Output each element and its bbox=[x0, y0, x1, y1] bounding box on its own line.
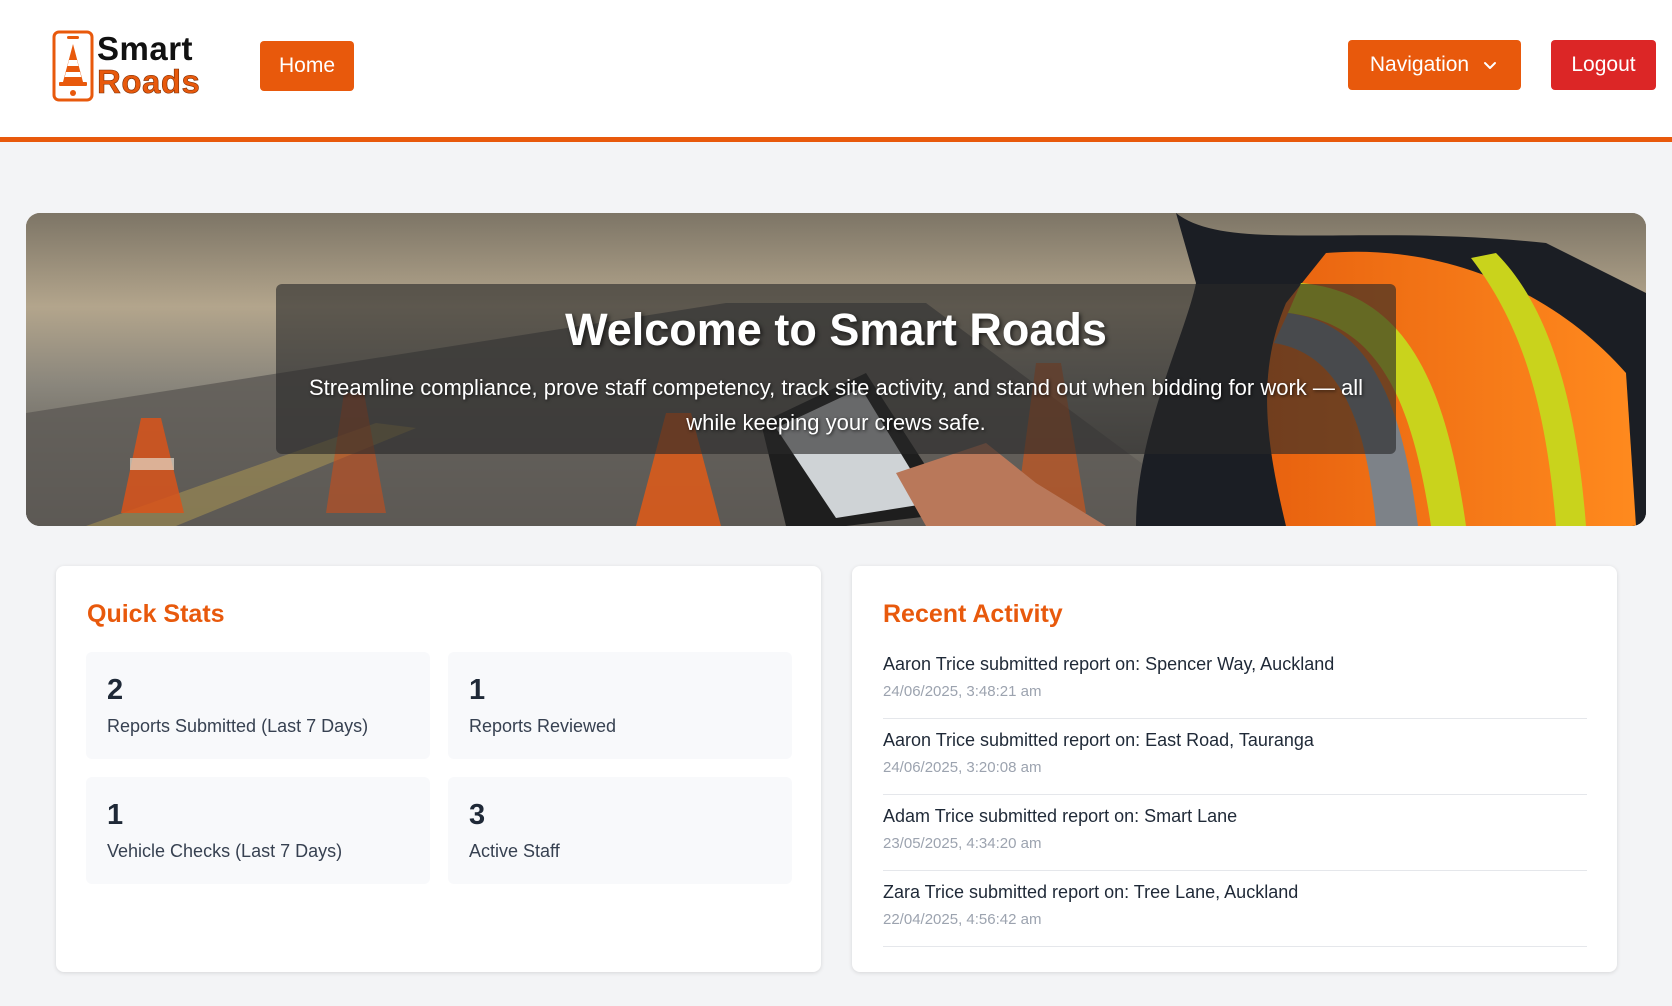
activity-text: Adam Trice submitted report on: Smart La… bbox=[883, 806, 1238, 826]
stat-active-staff: 3 Active Staff bbox=[448, 777, 792, 884]
chevron-down-icon bbox=[1484, 62, 1497, 69]
activity-text: Zara Trice submitted report on: Tree Lan… bbox=[883, 882, 1299, 902]
quick-stats-title: Quick Stats bbox=[87, 600, 225, 628]
phone-cone-icon bbox=[52, 30, 94, 102]
hero-title: Welcome to Smart Roads bbox=[565, 304, 1107, 355]
logout-button-label: Logout bbox=[1571, 53, 1636, 76]
quick-stats-card: Quick Stats 2 Reports Submitted (Last 7 … bbox=[56, 566, 821, 972]
activity-text: Aaron Trice submitted report on: Spencer… bbox=[883, 654, 1335, 674]
logo-text-smart: Smart bbox=[97, 30, 194, 67]
stat-label: Vehicle Checks (Last 7 Days) bbox=[107, 841, 343, 861]
navigation-button-label: Navigation bbox=[1369, 53, 1470, 76]
recent-activity-card: Recent Activity Aaron Trice submitted re… bbox=[852, 566, 1617, 972]
home-button-label: Home bbox=[278, 54, 336, 77]
activity-item[interactable]: Aaron Trice submitted report on: East Ro… bbox=[883, 719, 1587, 795]
stat-label: Reports Reviewed bbox=[469, 716, 617, 736]
stat-vehicle-checks: 1 Vehicle Checks (Last 7 Days) bbox=[86, 777, 430, 884]
stat-reports-reviewed: 1 Reports Reviewed bbox=[448, 652, 792, 759]
activity-item[interactable]: Zara Trice submitted report on: Tree Lan… bbox=[883, 871, 1587, 947]
stat-label: Reports Submitted (Last 7 Days) bbox=[107, 716, 369, 736]
stat-value: 1 bbox=[107, 799, 124, 831]
hero-overlay: Welcome to Smart Roads Streamline compli… bbox=[276, 284, 1396, 454]
stat-value: 3 bbox=[469, 799, 486, 831]
activity-timestamp: 24/06/2025, 3:20:08 am bbox=[883, 759, 1042, 776]
recent-activity-title: Recent Activity bbox=[883, 600, 1063, 628]
logo-text-roads: Roads bbox=[97, 63, 201, 100]
stat-value: 1 bbox=[469, 674, 486, 706]
top-header: Smart Roads Home Navigation Logout bbox=[0, 0, 1672, 142]
stat-reports-submitted: 2 Reports Submitted (Last 7 Days) bbox=[86, 652, 430, 759]
activity-timestamp: 23/05/2025, 4:34:20 am bbox=[883, 835, 1042, 852]
home-button[interactable]: Home bbox=[260, 41, 354, 91]
activity-timestamp: 24/06/2025, 3:48:21 am bbox=[883, 683, 1042, 700]
smart-roads-logo[interactable]: Smart Roads bbox=[52, 30, 212, 102]
stat-value: 2 bbox=[107, 674, 124, 706]
activity-text: Aaron Trice submitted report on: East Ro… bbox=[883, 730, 1314, 750]
hero-subtitle: Streamline compliance, prove staff compe… bbox=[308, 375, 1364, 435]
activity-item[interactable]: Adam Trice submitted report on: Smart La… bbox=[883, 795, 1587, 871]
navigation-dropdown-button[interactable]: Navigation bbox=[1348, 40, 1521, 90]
hero-banner: Welcome to Smart Roads Streamline compli… bbox=[26, 213, 1646, 526]
stat-label: Active Staff bbox=[469, 841, 560, 861]
activity-timestamp: 22/04/2025, 4:56:42 am bbox=[883, 911, 1042, 928]
activity-item[interactable]: Aaron Trice submitted report on: Spencer… bbox=[883, 643, 1587, 719]
logout-button[interactable]: Logout bbox=[1551, 40, 1656, 90]
